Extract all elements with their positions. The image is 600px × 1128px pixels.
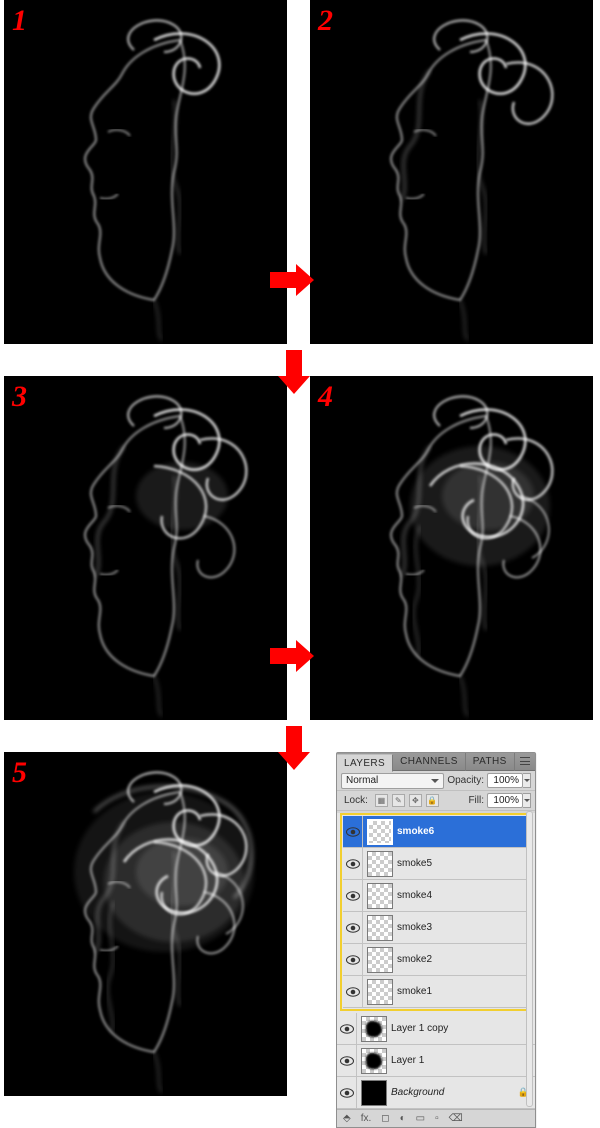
step-image-1: 1 xyxy=(4,0,287,344)
blend-opacity-row: Normal Opacity: 100% xyxy=(337,771,535,791)
arrow-step-3-4 xyxy=(268,638,316,674)
opacity-slider-toggle[interactable] xyxy=(523,773,531,788)
visibility-toggle[interactable] xyxy=(337,1013,357,1045)
step-image-3: 3 xyxy=(4,376,287,720)
visibility-toggle[interactable] xyxy=(343,912,363,944)
lock-transparency-icon[interactable]: ▦ xyxy=(375,794,388,807)
arrow-step-1-2 xyxy=(268,262,316,298)
layer-name: Layer 1 xyxy=(391,1055,424,1066)
panel-scrollbar[interactable] xyxy=(526,811,533,1107)
panel-menu-icon[interactable] xyxy=(519,756,531,766)
fill-slider-toggle[interactable] xyxy=(523,793,531,808)
layer-row-smoke1[interactable]: smoke1 xyxy=(343,976,529,1008)
layer-thumb xyxy=(361,1016,387,1042)
layer-name: smoke4 xyxy=(397,890,432,901)
step-number-4: 4 xyxy=(318,380,333,414)
lock-pixels-icon[interactable]: ✎ xyxy=(392,794,405,807)
step-number-3: 3 xyxy=(12,380,27,414)
layer-thumb xyxy=(367,851,393,877)
folder-icon[interactable]: ▭ xyxy=(416,1113,425,1124)
trash-icon[interactable]: ⌫ xyxy=(449,1113,463,1124)
visibility-toggle[interactable] xyxy=(343,944,363,976)
tab-channels[interactable]: CHANNELS xyxy=(393,753,466,771)
lock-all-icon[interactable]: 🔒 xyxy=(426,794,439,807)
visibility-toggle[interactable] xyxy=(343,880,363,912)
lock-fill-row: Lock: ▦ ✎ ✥ 🔒 Fill: 100% xyxy=(337,791,535,811)
visibility-toggle[interactable] xyxy=(337,1077,357,1109)
new-layer-icon[interactable]: ▫ xyxy=(435,1113,439,1124)
highlighted-layer-group: smoke6 smoke5 smoke4 smoke3 smoke2 xyxy=(340,813,532,1011)
fill-input[interactable]: 100% xyxy=(487,793,523,808)
adjustment-icon[interactable]: ◐ xyxy=(400,1113,406,1124)
step-number-2: 2 xyxy=(318,4,333,38)
visibility-toggle[interactable] xyxy=(343,976,363,1008)
layer-thumb xyxy=(367,915,393,941)
panel-footer: ⬘ fx. ◻ ◐ ▭ ▫ ⌫ xyxy=(337,1109,535,1127)
layer-row-smoke3[interactable]: smoke3 xyxy=(343,912,529,944)
arrow-step-2-3 xyxy=(276,348,312,396)
layer-name: Layer 1 copy xyxy=(391,1023,448,1034)
blend-mode-value: Normal xyxy=(346,775,378,786)
layer-thumb xyxy=(367,819,393,845)
lock-position-icon[interactable]: ✥ xyxy=(409,794,422,807)
opacity-input[interactable]: 100% xyxy=(487,773,523,788)
fx-icon[interactable]: fx. xyxy=(361,1113,372,1124)
layer-thumb xyxy=(367,979,393,1005)
lock-label: Lock: xyxy=(344,795,368,806)
layer-thumb xyxy=(361,1080,387,1106)
layer-row-smoke6[interactable]: smoke6 xyxy=(343,816,529,848)
layer-thumb xyxy=(361,1048,387,1074)
layer-row-smoke5[interactable]: smoke5 xyxy=(343,848,529,880)
arrow-step-4-5 xyxy=(276,724,312,772)
blend-mode-select[interactable]: Normal xyxy=(341,773,444,789)
layer-name: smoke5 xyxy=(397,858,432,869)
mask-icon[interactable]: ◻ xyxy=(381,1113,389,1124)
visibility-toggle[interactable] xyxy=(343,848,363,880)
visibility-toggle[interactable] xyxy=(337,1045,357,1077)
step-number-1: 1 xyxy=(12,4,27,38)
layer-row-background[interactable]: Background 🔒 xyxy=(337,1077,535,1109)
panel-tabs: LAYERS CHANNELS PATHS xyxy=(337,753,535,771)
layer-name: Background xyxy=(391,1087,444,1098)
layer-name: smoke6 xyxy=(397,826,434,837)
layer-row-smoke4[interactable]: smoke4 xyxy=(343,880,529,912)
step-image-2: 2 xyxy=(310,0,593,344)
layer-name: smoke2 xyxy=(397,954,432,965)
tab-paths[interactable]: PATHS xyxy=(466,753,515,771)
opacity-label: Opacity: xyxy=(447,775,484,786)
visibility-toggle[interactable] xyxy=(343,816,363,848)
link-layers-icon[interactable]: ⬘ xyxy=(343,1113,351,1124)
lock-icons-group: ▦ ✎ ✥ 🔒 xyxy=(375,794,466,807)
fill-label: Fill: xyxy=(468,795,484,806)
layer-thumb xyxy=(367,883,393,909)
step-image-4: 4 xyxy=(310,376,593,720)
layer-row-layer1[interactable]: Layer 1 xyxy=(337,1045,535,1077)
step-number-5: 5 xyxy=(12,756,27,790)
layer-row-smoke2[interactable]: smoke2 xyxy=(343,944,529,976)
tab-layers[interactable]: LAYERS xyxy=(337,754,393,772)
layer-row-layer1copy[interactable]: Layer 1 copy xyxy=(337,1013,535,1045)
layer-list: smoke6 smoke5 smoke4 smoke3 smoke2 xyxy=(337,813,535,1109)
layers-panel: LAYERS CHANNELS PATHS Normal Opacity: 10… xyxy=(336,752,536,1128)
layer-thumb xyxy=(367,947,393,973)
layer-name: smoke3 xyxy=(397,922,432,933)
step-image-5: 5 xyxy=(4,752,287,1096)
layer-name: smoke1 xyxy=(397,986,432,997)
